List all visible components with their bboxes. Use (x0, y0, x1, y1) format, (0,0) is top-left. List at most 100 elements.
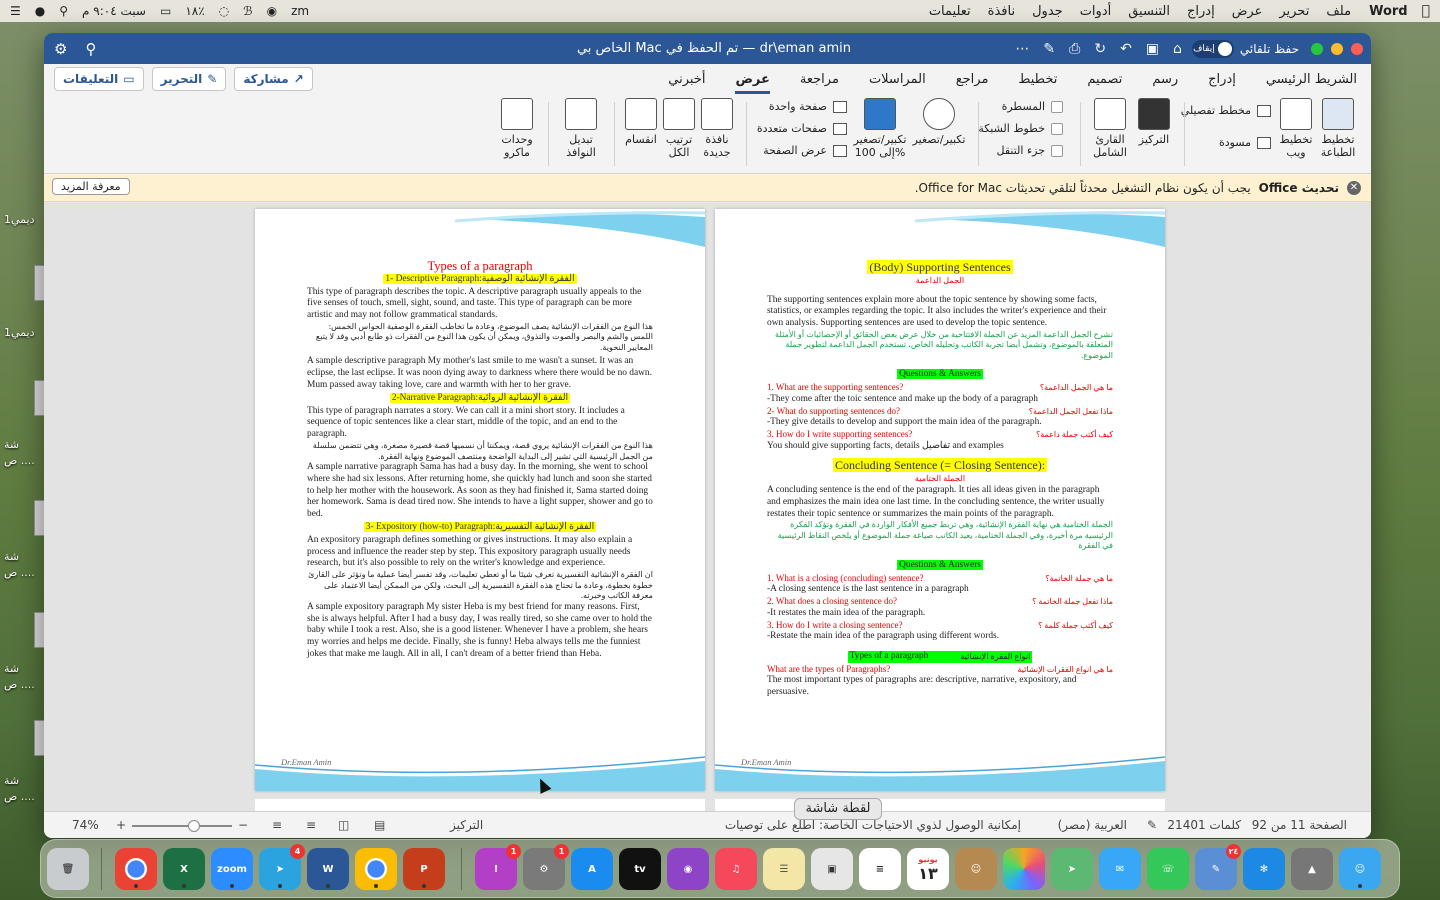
safari-icon[interactable]: ✻ (1243, 848, 1285, 890)
autosave-control[interactable]: حفظ تلقائي إيقاف (1191, 39, 1299, 58)
tab-view[interactable]: عرض (735, 68, 771, 94)
web-layout-button[interactable]: تخطيط ويب (1273, 98, 1319, 159)
tab-references[interactable]: مراجع (956, 68, 989, 91)
facetime-icon[interactable]: ☏ (1147, 848, 1189, 890)
sidebar-toggle-icon[interactable]: ⚙ (54, 40, 67, 58)
desktop-label[interactable]: ص .... (4, 790, 35, 803)
tab-tell-me[interactable]: أخبرني (668, 68, 705, 91)
system-settings-icon[interactable]: ⚙ 1 (523, 844, 569, 890)
preview-icon[interactable]: ✎ ٢٤ (1195, 844, 1241, 890)
navigation-pane-checkbox[interactable]: جزء التنقل (997, 144, 1063, 157)
comments-button[interactable]: ▭ التعليقات (54, 67, 144, 91)
screenshot-icon[interactable]: ▣ (811, 848, 853, 890)
gridlines-check[interactable] (1051, 122, 1063, 135)
draft-view-icon[interactable]: ≡ (272, 818, 282, 832)
bluetooth-icon[interactable]: ℬ (243, 4, 252, 18)
immersive-reader-button[interactable]: القارئ الشامل (1087, 98, 1133, 159)
focus-mode-button[interactable]: التركيز (450, 818, 483, 832)
menubar-clock[interactable]: سبت ٩:٠٤ م (82, 4, 146, 18)
word-icon[interactable]: W (307, 848, 349, 890)
home-icon[interactable]: ⌂ (1173, 41, 1182, 57)
telegram-icon[interactable]: ➤ 4 (259, 844, 305, 890)
arrange-all-button[interactable]: ترتيب الكل (661, 98, 697, 159)
tab-layout[interactable]: تخطيط (1018, 68, 1057, 91)
language-indicator[interactable]: العربية (مصر) (1058, 818, 1127, 832)
tab-draw[interactable]: رسم (1152, 68, 1178, 91)
gridlines-checkbox[interactable]: خطوط الشبكة (978, 122, 1063, 135)
outline-view-icon[interactable]: ≡ (306, 818, 316, 832)
calendar-icon[interactable]: يونيو ١٣ (907, 848, 949, 890)
zoom-slider[interactable] (132, 820, 232, 832)
document-page[interactable]: (Body) Supporting Sentences الجمل الداعم… (715, 209, 1165, 791)
app-store-icon[interactable]: A (571, 848, 613, 890)
desktop-label[interactable]: شة (4, 662, 19, 675)
document-canvas[interactable]: Types of a paragraph 1- Descriptive Para… (44, 203, 1371, 811)
proofing-icon[interactable]: ✎ (1147, 818, 1157, 832)
apple-tv-icon[interactable]: tv (619, 848, 661, 890)
messages-icon[interactable]: ✉ (1099, 848, 1141, 890)
desktop-label[interactable]: شة (4, 438, 19, 451)
split-button[interactable]: انقسام (623, 98, 659, 146)
battery-percent[interactable]: ٪١٨ (185, 4, 204, 18)
tab-home[interactable]: الشريط الرئيسي (1266, 68, 1357, 91)
desktop-label[interactable]: ديمي1 (4, 326, 35, 339)
tab-review[interactable]: مراجعة (800, 68, 839, 91)
wifi-icon[interactable]: ◌ (219, 4, 229, 18)
share-button[interactable]: ↗ مشاركة (234, 67, 313, 91)
menu-app-name[interactable]: Word (1369, 4, 1408, 19)
next-page[interactable] (715, 799, 1165, 811)
ruler-check[interactable] (1051, 100, 1063, 113)
app-status-icon[interactable]: ◉ (267, 4, 277, 18)
menu-item-edit[interactable]: تحرير (1279, 4, 1309, 19)
menu-item-view[interactable]: عرض (1232, 4, 1263, 19)
new-window-button[interactable]: نافذة جديدة (699, 98, 735, 159)
more-icon[interactable]: ⋯ (1015, 41, 1029, 57)
zoom-app-icon[interactable]: zoom (211, 848, 253, 890)
apple-icon[interactable]:  (1422, 3, 1430, 19)
maps-icon[interactable]: ➤ (1051, 848, 1093, 890)
close-window-button[interactable] (1351, 42, 1363, 55)
chrome-icon[interactable] (355, 848, 397, 890)
edit-doc-icon[interactable]: ✎ (1043, 41, 1055, 57)
ruler-checkbox[interactable]: المسطرة (1002, 100, 1063, 113)
photos-icon[interactable] (1003, 848, 1045, 890)
desktop-label[interactable]: شة (4, 550, 19, 563)
chrome-icon[interactable] (115, 848, 157, 890)
search-icon[interactable]: ⚲ (85, 40, 96, 58)
edit-button[interactable]: ✎ التحرير (151, 67, 227, 91)
page-count[interactable]: الصفحة 11 من 92 (1252, 818, 1347, 832)
spotlight-icon[interactable]: ⚲ (59, 4, 68, 18)
desktop-label[interactable]: ديمي1 (4, 213, 35, 226)
menu-item-insert[interactable]: إدراج (1187, 4, 1215, 19)
tab-design[interactable]: تصميم (1087, 68, 1122, 91)
battery-icon[interactable]: ▭ (160, 4, 171, 18)
next-page[interactable] (255, 799, 705, 811)
feedback-icon[interactable]: ! 1 (475, 844, 521, 890)
close-infobar-icon[interactable]: ✕ (1347, 180, 1361, 195)
zoom-in-icon[interactable]: + (116, 818, 126, 832)
print-icon[interactable]: ⎙ (1069, 41, 1080, 57)
multiple-pages-button[interactable]: صفحات متعددة (757, 122, 847, 135)
learn-more-button[interactable]: معرفة المزيد (52, 178, 130, 195)
launchpad-icon[interactable]: ▲ (1291, 848, 1333, 890)
web-layout-view-icon[interactable]: ◫ (338, 818, 349, 832)
menu-item-table[interactable]: جدول (1032, 4, 1063, 19)
desktop-label[interactable]: ص .... (4, 678, 35, 691)
zoom-button[interactable]: تكبير/تصغير (911, 98, 967, 146)
excel-icon[interactable]: X (163, 848, 205, 890)
control-center-icon[interactable]: ☰ (10, 4, 21, 18)
menu-item-tools[interactable]: أدوات (1080, 4, 1112, 19)
desktop-label[interactable]: ص .... (4, 566, 35, 579)
macros-button[interactable]: وحدات ماكرو (493, 98, 541, 159)
switch-windows-button[interactable]: تبديل النوافذ (557, 98, 605, 159)
print-layout-button[interactable]: تخطيط الطباعة (1315, 98, 1361, 159)
document-title[interactable]: dr\eman amin — تم الحفظ في Mac الخاص بي (564, 33, 864, 64)
menu-item-format[interactable]: التنسيق (1128, 4, 1170, 19)
menu-item-help[interactable]: تعليمات (929, 4, 971, 19)
autosave-toggle[interactable]: إيقاف (1191, 39, 1234, 58)
print-layout-view-icon[interactable]: ▤ (374, 818, 385, 832)
siri-icon[interactable]: ● (35, 4, 45, 18)
menu-item-file[interactable]: ملف (1326, 4, 1351, 19)
notes-icon[interactable]: ☰ (763, 848, 805, 890)
one-page-button[interactable]: صفحة واحدة (769, 100, 847, 113)
